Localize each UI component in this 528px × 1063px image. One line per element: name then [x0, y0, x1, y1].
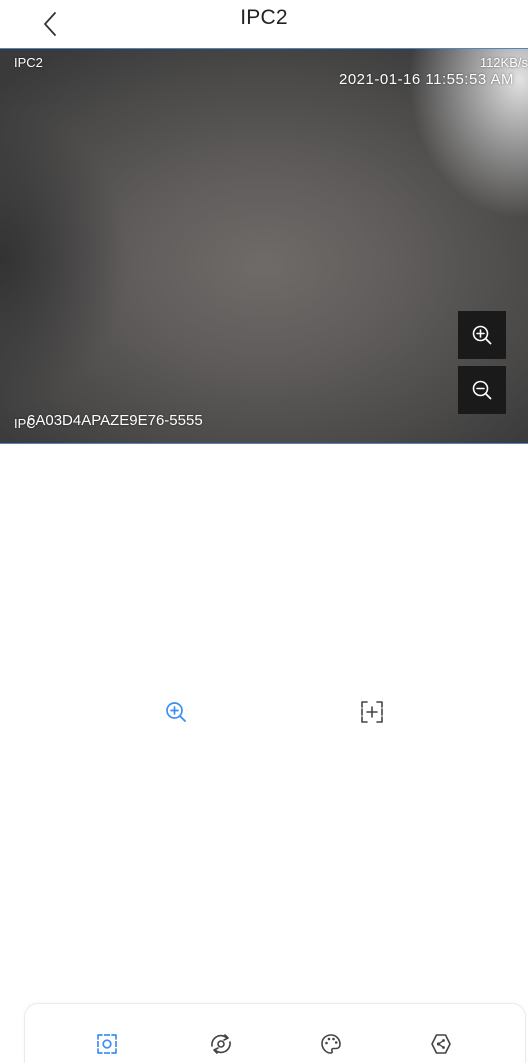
fit-screen-icon: [361, 701, 383, 723]
zoom-in-icon: [472, 325, 492, 345]
zoom-out-icon: [472, 380, 492, 400]
color-palette-icon: [321, 1034, 341, 1054]
video-view[interactable]: IPC2 112KB/s 2021-01-16 11:55:53 AM IPC …: [0, 48, 528, 444]
app-root: IPC2 IPC2 112KB/s 2021-01-16 11:55:53 AM…: [0, 0, 528, 1063]
fit-screen-button[interactable]: [352, 692, 392, 732]
bottom-toolbar: [24, 1003, 526, 1063]
zoom-in-icon: [166, 702, 186, 722]
device-id-label: 6A03D4APAZE9E76-5555: [27, 412, 203, 429]
ptz-rotate-icon: [211, 1034, 231, 1054]
timestamp-label: 2021-01-16 11:55:53 AM: [338, 71, 514, 88]
toolbar-screenshot-button[interactable]: [89, 1026, 125, 1062]
toolbar-ptz-button[interactable]: [203, 1026, 239, 1062]
preset-point-icon: [431, 1034, 451, 1054]
channel-label: IPC2: [14, 55, 43, 70]
page-title: IPC2: [240, 6, 288, 29]
toolbar-preset-button[interactable]: [423, 1026, 459, 1062]
screenshot-icon: [97, 1034, 117, 1054]
bitrate-label: 112KB/s: [479, 55, 528, 70]
toolbar-color-button[interactable]: [313, 1026, 349, 1062]
digital-zoom-button[interactable]: [156, 692, 196, 732]
video-zoom-in-button[interactable]: [458, 311, 506, 359]
video-zoom-out-button[interactable]: [458, 366, 506, 414]
header: IPC2: [0, 0, 528, 48]
